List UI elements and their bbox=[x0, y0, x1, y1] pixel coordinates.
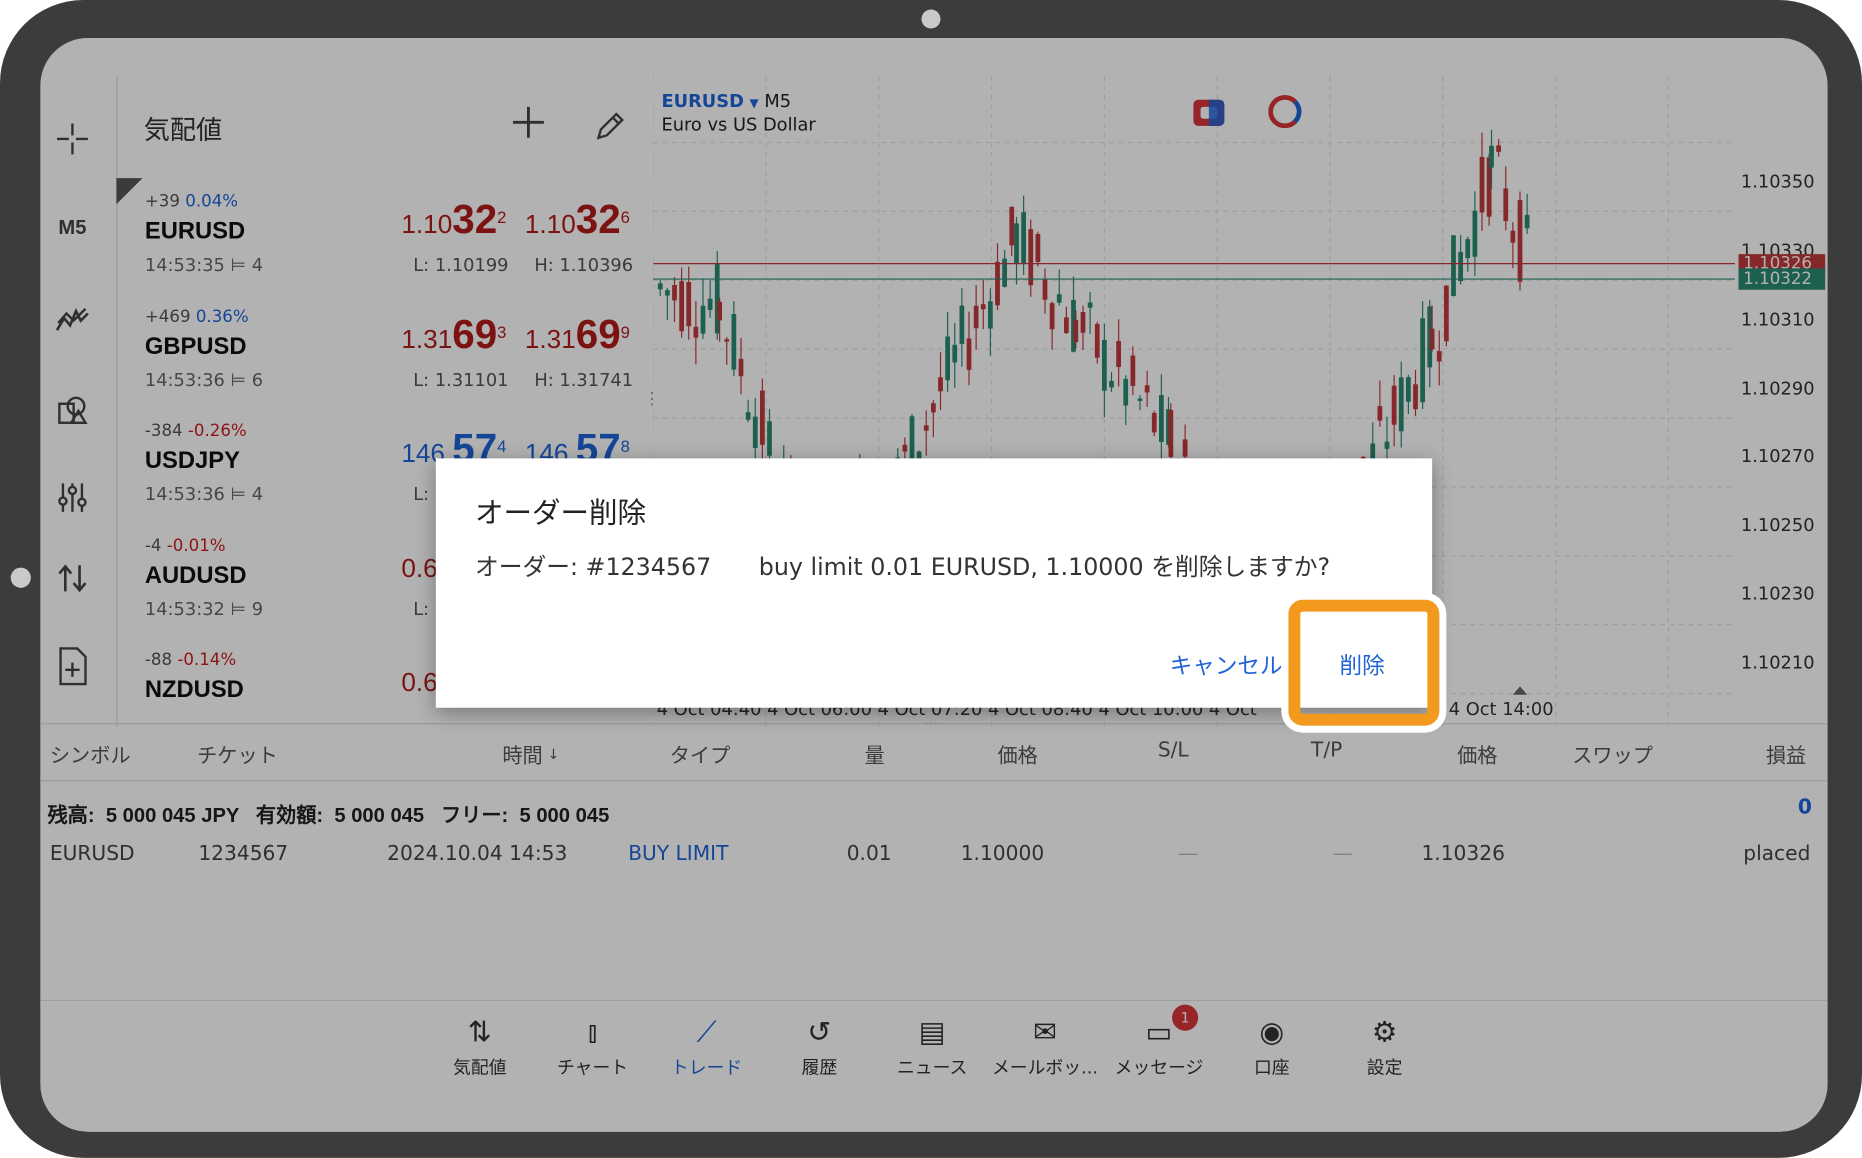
camera bbox=[921, 9, 941, 29]
screen: M5 気配値 +39 0.04% EURUSD 14:53:35 ⊨ 4 1.1032… bbox=[40, 38, 1828, 1132]
dialog-title: オーダー削除 bbox=[475, 496, 646, 530]
dialog-message-text: buy limit 0.01 EURUSD, 1.10000 を削除しますか? bbox=[758, 552, 1331, 581]
dialog-message-ticket: オーダー: #1234567 bbox=[475, 552, 712, 581]
cancel-button[interactable]: キャンセル bbox=[1170, 648, 1283, 680]
dialog-message: オーダー: #1234567 buy limit 0.01 EURUSD, 1.1… bbox=[475, 547, 1330, 581]
delete-order-dialog: オーダー削除 オーダー: #1234567 buy limit 0.01 EURU… bbox=[435, 458, 1433, 708]
device-button bbox=[10, 567, 31, 588]
delete-button-highlight bbox=[1288, 599, 1440, 726]
